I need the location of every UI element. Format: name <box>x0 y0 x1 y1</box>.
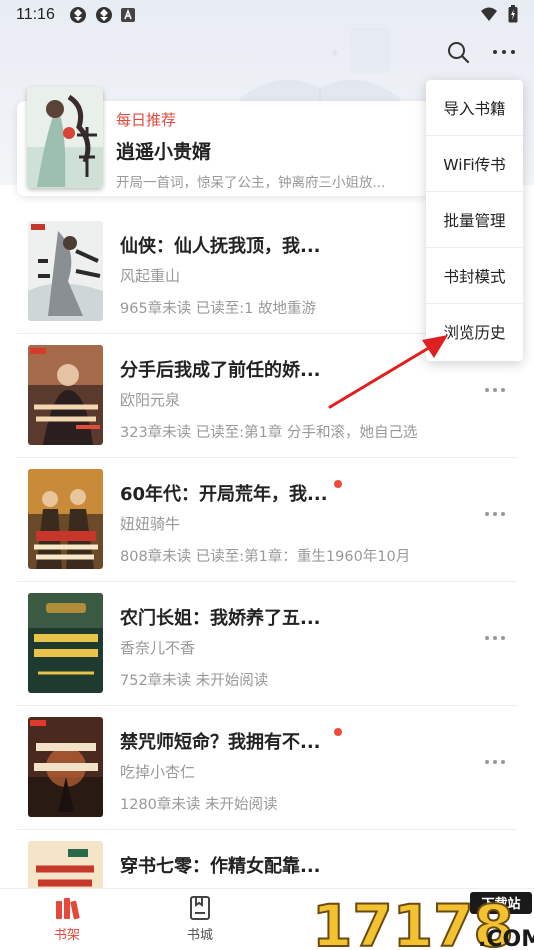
recommend-book-title: 逍遥小贵婿 <box>116 141 212 163</box>
book-progress: 323章未读 已读至:第1章 分手和滚，她自己选 <box>120 425 418 441</box>
book-row[interactable]: 穿书七零：作精女配靠... <box>0 830 534 888</box>
book-progress: 752章未读 未开始阅读 <box>120 673 269 689</box>
nav-label: 书架 <box>53 928 80 943</box>
bookstore-icon <box>190 896 210 920</box>
a-badge-icon <box>120 8 135 22</box>
book-title: 60年代：开局荒年，我... <box>120 484 328 505</box>
status-system-icons <box>480 5 518 23</box>
menu-item-wifi-transfer[interactable]: WiFi传书 <box>426 136 523 192</box>
book-title: 分手后我成了前任的娇... <box>120 360 321 381</box>
book-cover <box>28 841 103 888</box>
more-horizontal-icon[interactable] <box>491 40 517 64</box>
daily-recommend-card[interactable]: 每日推荐 逍遥小贵婿 开局一首词，惊呆了公主，钟离府三小姐放... <box>17 87 431 196</box>
book-progress: 808章未读 已读至:第1章：重生1960年10月 <box>120 549 411 565</box>
status-bar: 11:16 <box>0 0 534 30</box>
status-notification-icons <box>69 6 135 24</box>
annotation-arrow <box>328 335 448 409</box>
more-options-icon[interactable] <box>484 634 506 642</box>
wifi-icon <box>481 7 497 21</box>
book-author: 欧阳元泉 <box>120 391 181 409</box>
battery-icon <box>508 5 518 23</box>
book-progress: 965章未读 已读至:1 故地重游 <box>120 301 317 317</box>
site-watermark-logo: 下载站 17178 .COM <box>311 891 534 950</box>
daily-recommend-tag: 每日推荐 <box>116 111 177 129</box>
app-notification-icon <box>95 7 112 23</box>
recommend-book-description: 开局一首词，惊呆了公主，钟离府三小姐放... <box>116 175 386 191</box>
book-title: 农门长姐：我娇养了五... <box>120 608 321 629</box>
book-cover <box>28 593 103 693</box>
book-title: 仙侠：仙人抚我顶，我... <box>120 236 321 257</box>
app-notification-icon <box>69 7 86 23</box>
book-row[interactable]: 禁咒师短命？我拥有不... 吃掉小杏仁 1280章未读 未开始阅读 <box>0 706 534 830</box>
book-title: 禁咒师短命？我拥有不... <box>120 732 321 753</box>
book-cover <box>28 221 103 321</box>
nav-bookshelf[interactable]: 书架 <box>37 895 97 949</box>
menu-item-import-books[interactable]: 导入书籍 <box>426 80 523 136</box>
book-author: 香奈儿不香 <box>120 639 196 657</box>
book-cover <box>28 469 103 569</box>
book-cover <box>28 717 103 817</box>
menu-item-batch-manage[interactable]: 批量管理 <box>426 192 523 248</box>
nav-bookstore[interactable]: 书城 <box>170 895 230 949</box>
book-author: 妞妞骑牛 <box>120 515 181 533</box>
book-title: 穿书七零：作精女配靠... <box>120 856 321 877</box>
more-options-icon[interactable] <box>484 386 506 394</box>
bookshelf-icon <box>56 898 80 920</box>
menu-item-cover-mode[interactable]: 书封模式 <box>426 248 523 304</box>
update-dot <box>334 480 342 488</box>
book-row[interactable]: 60年代：开局荒年，我... 妞妞骑牛 808章未读 已读至:第1章：重生196… <box>0 458 534 582</box>
nav-label: 书城 <box>186 928 213 943</box>
more-options-icon[interactable] <box>484 510 506 518</box>
book-progress: 1280章未读 未开始阅读 <box>120 797 278 813</box>
book-cover <box>28 345 103 445</box>
book-author: 风起重山 <box>120 267 181 285</box>
update-dot <box>334 728 342 736</box>
watermark-domain: .COM <box>478 927 534 950</box>
book-row[interactable]: 农门长姐：我娇养了五... 香奈儿不香 752章未读 未开始阅读 <box>0 582 534 706</box>
search-icon[interactable] <box>446 40 470 64</box>
book-cover <box>27 87 103 188</box>
more-options-icon[interactable] <box>484 758 506 766</box>
status-time: 11:16 <box>16 6 55 23</box>
book-author: 吃掉小杏仁 <box>120 763 196 781</box>
